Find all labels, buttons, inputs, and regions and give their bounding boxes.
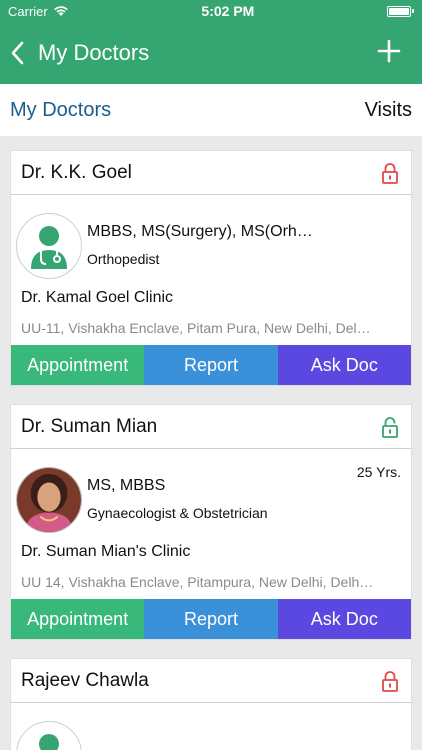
- status-bar: Carrier 5:02 PM: [0, 0, 422, 22]
- carrier-label: Carrier: [8, 3, 48, 19]
- doctor-card-header: Rajeev Chawla: [11, 659, 411, 703]
- doctor-photo-icon: [17, 468, 81, 532]
- doctor-card-header: Dr. K.K. Goel: [11, 151, 411, 195]
- doctor-degree: MBBS, MS(Surgery), MS(Orh…: [87, 223, 313, 240]
- doctor-avatar: [16, 467, 82, 533]
- report-button[interactable]: Report: [144, 345, 278, 385]
- doctor-card-header: Dr. Suman Mian: [11, 405, 411, 449]
- doctor-name: Rajeev Chawla: [21, 669, 149, 691]
- wifi-icon: [53, 6, 68, 16]
- doctor-card[interactable]: Dr. K.K. Goel MBBS, MS(Surgery), MS(Orh…: [10, 150, 412, 386]
- doctor-speciality: Gynaecologist & Obstetrician: [87, 505, 268, 521]
- doctor-speciality: Orthopedist: [87, 251, 160, 267]
- lock-open-icon[interactable]: [379, 416, 401, 438]
- doctor-avatar: [16, 721, 82, 750]
- nav-bar: My Doctors: [0, 22, 422, 84]
- page-title: My Doctors: [38, 40, 150, 65]
- doctor-name: Dr. Suman Mian: [21, 415, 158, 437]
- card-actions: Appointment Report Ask Doc: [11, 345, 411, 385]
- clinic-address: UU-11, Vishakha Enclave, Pitam Pura, New…: [21, 320, 371, 336]
- doctor-card-body: 25 Yrs. MS, MBBS Gynaecologist & Obstetr…: [11, 449, 411, 599]
- lock-closed-icon[interactable]: [379, 162, 401, 184]
- lock-closed-icon[interactable]: [379, 670, 401, 692]
- clinic-address: UU 14, Vishakha Enclave, Pitampura, New …: [21, 574, 374, 590]
- clinic-name: Dr. Suman Mian's Clinic: [21, 543, 191, 560]
- doctor-card-body: [11, 703, 411, 750]
- clinic-name: Dr. Kamal Goel Clinic: [21, 289, 174, 306]
- tab-visits[interactable]: Visits: [365, 99, 412, 122]
- doctor-degree: MS, MBBS: [87, 477, 166, 494]
- appointment-button[interactable]: Appointment: [11, 599, 145, 639]
- doctor-avatar: [16, 213, 82, 279]
- status-time: 5:02 PM: [201, 3, 255, 19]
- card-actions: Appointment Report Ask Doc: [11, 599, 411, 639]
- chevron-left-icon[interactable]: [10, 41, 24, 65]
- doctor-card-body: MBBS, MS(Surgery), MS(Orh… Orthopedist D…: [11, 195, 411, 345]
- doctor-card[interactable]: Dr. Suman Mian 25 Yrs. MS, MBBS Gynaecol…: [10, 404, 412, 640]
- tab-row: My Doctors Visits: [0, 84, 422, 136]
- doctor-placeholder-icon: [21, 218, 77, 274]
- ask-doc-button[interactable]: Ask Doc: [277, 345, 411, 385]
- ask-doc-button[interactable]: Ask Doc: [277, 599, 411, 639]
- doctor-name: Dr. K.K. Goel: [21, 161, 132, 183]
- appointment-button[interactable]: Appointment: [11, 345, 145, 385]
- doctor-card[interactable]: Rajeev Chawla: [10, 658, 412, 750]
- battery-icon: [387, 5, 414, 17]
- plus-icon[interactable]: [374, 36, 404, 66]
- doctor-placeholder-icon: [21, 726, 77, 750]
- tab-my-doctors[interactable]: My Doctors: [10, 99, 111, 122]
- report-button[interactable]: Report: [144, 599, 278, 639]
